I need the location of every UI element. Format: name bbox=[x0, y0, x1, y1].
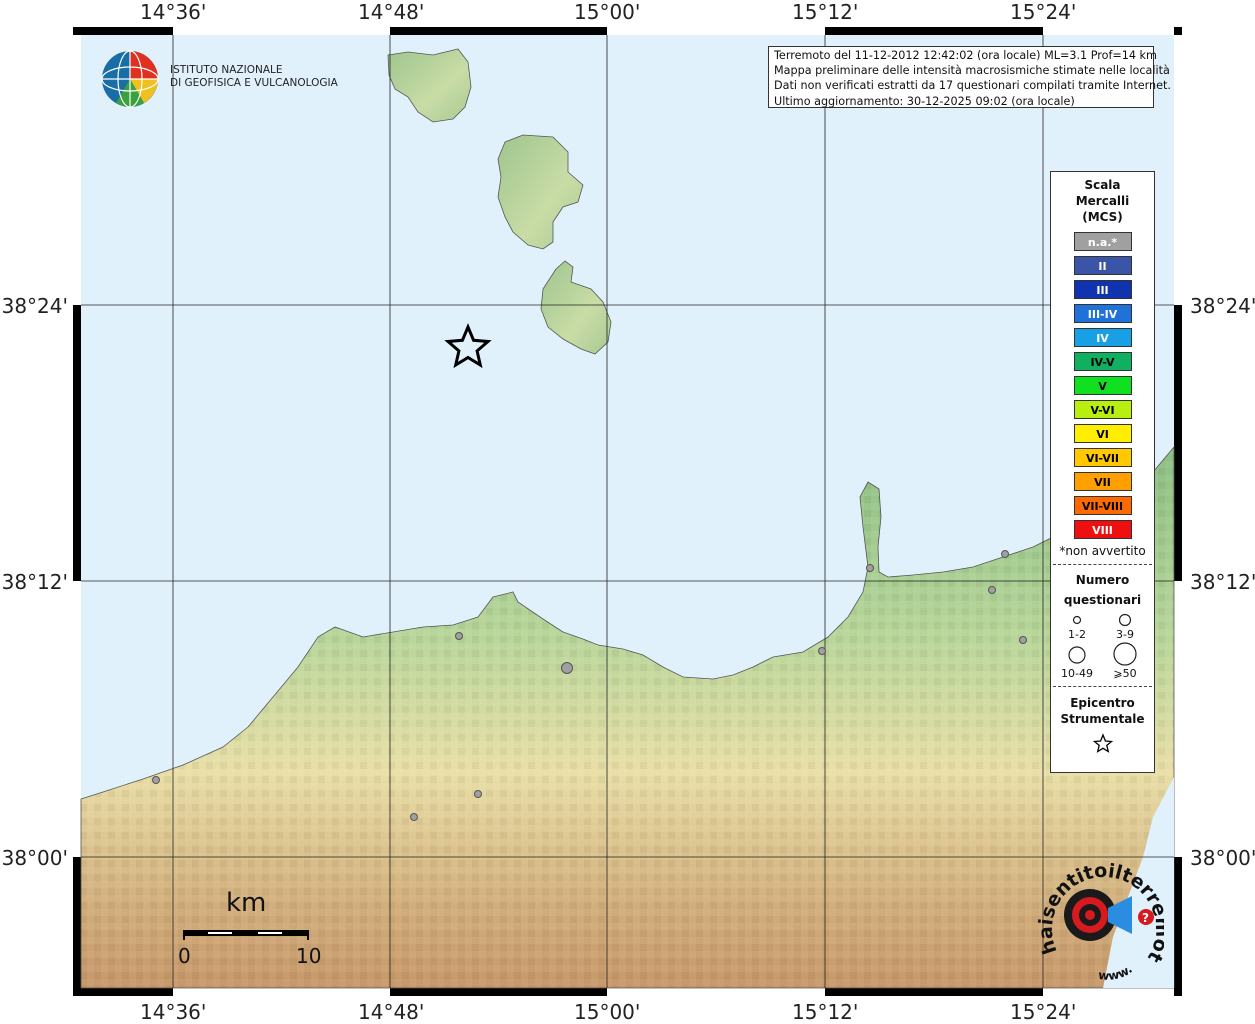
legend-swatches: n.a.* II III III-IV IV IV-V V V-VI VI VI-VII VII VI… bbox=[1051, 232, 1154, 539]
count-symbol-large bbox=[1068, 646, 1086, 664]
svg-text:www.: www. bbox=[1098, 962, 1135, 983]
lon-label-bottom-3: 15°00' bbox=[574, 1000, 641, 1024]
info-line-updated: Ultimo aggiornamento: 30-12-2025 09:02 (… bbox=[774, 94, 1075, 108]
count-label-1-2: 1-2 bbox=[1068, 628, 1086, 641]
obs-point[interactable] bbox=[1001, 550, 1009, 558]
scale-bar: km 0 10 bbox=[178, 888, 328, 973]
event-info-box: Terremoto del 11-12-2012 12:42:02 (ora l… bbox=[768, 46, 1171, 108]
legend-epicenter-title: Epicentro Strumentale bbox=[1051, 695, 1154, 727]
legend-separator bbox=[1053, 686, 1152, 687]
obs-point[interactable] bbox=[818, 647, 826, 655]
count-label-3-9: 3-9 bbox=[1116, 628, 1134, 641]
legend-title-line: questionari bbox=[1063, 593, 1142, 607]
legend-swatch-vii-viii: VII-VIII bbox=[1073, 496, 1132, 515]
obs-point[interactable] bbox=[455, 632, 463, 640]
map-frame[interactable] bbox=[73, 27, 1182, 996]
lon-label-top-2: 14°48' bbox=[358, 0, 425, 24]
legend-star-icon bbox=[1092, 733, 1113, 753]
count-label-50-plus: ⩾50 bbox=[1113, 667, 1137, 680]
lon-label-bottom-2: 14°48' bbox=[358, 1000, 425, 1024]
legend-swatch-vi: VI bbox=[1073, 424, 1132, 443]
legend-title-line: (MCS) bbox=[1082, 210, 1123, 224]
legend-title-line: Epicentro bbox=[1070, 696, 1135, 710]
obs-point[interactable] bbox=[866, 564, 874, 572]
scale-unit: km bbox=[226, 888, 267, 918]
haisentito-logo[interactable]: haisentitoilterremoto.it www. ? bbox=[1027, 843, 1173, 990]
map-canvas[interactable] bbox=[73, 27, 1182, 996]
lat-label-right-2: 38°12' bbox=[1190, 570, 1255, 594]
legend-swatch-iii-iv: III-IV bbox=[1073, 304, 1132, 323]
lon-label-top-5: 15°24' bbox=[1010, 0, 1077, 24]
legend-separator bbox=[1053, 564, 1152, 565]
legend-swatch-vii: VII bbox=[1073, 472, 1132, 491]
legend-swatch-v: V bbox=[1073, 376, 1132, 395]
count-symbol-small bbox=[1072, 615, 1082, 625]
legend-swatch-n-a: n.a.* bbox=[1073, 232, 1132, 251]
lat-label-left-2: 38°12' bbox=[1, 570, 68, 594]
scale-min-label: 0 bbox=[178, 944, 191, 968]
obs-point[interactable] bbox=[1019, 636, 1027, 644]
institute-name: ISTITUTO NAZIONALE DI GEOFISICA E VULCAN… bbox=[170, 64, 338, 90]
lon-label-top-1: 14°36' bbox=[140, 0, 207, 24]
legend-swatch-v-vi: V-VI bbox=[1073, 400, 1132, 419]
count-symbol-xlarge bbox=[1113, 642, 1137, 666]
institute-line-2: DI GEOFISICA E VULCANOLOGIA bbox=[170, 77, 338, 89]
legend-swatch-iv: IV bbox=[1073, 328, 1132, 347]
count-symbol-medium bbox=[1118, 613, 1132, 627]
lon-label-bottom-1: 14°36' bbox=[140, 1000, 207, 1024]
lat-label-right-3: 38°00' bbox=[1190, 846, 1255, 870]
legend-scale-title: Scala Mercalli (MCS) bbox=[1051, 177, 1154, 225]
lon-label-top-4: 15°12' bbox=[792, 0, 859, 24]
lon-label-top-3: 15°00' bbox=[574, 0, 641, 24]
obs-point[interactable] bbox=[561, 662, 573, 674]
institute-line-1: ISTITUTO NAZIONALE bbox=[170, 64, 283, 76]
legend-title-line: Mercalli bbox=[1075, 194, 1130, 208]
count-label-10-49: 10-49 bbox=[1061, 667, 1093, 680]
info-line-data-note: Dati non verificati estratti da 17 quest… bbox=[774, 79, 1171, 93]
obs-point[interactable] bbox=[988, 586, 996, 594]
info-line-description: Mappa preliminare delle intensità macros… bbox=[774, 64, 1170, 78]
legend-swatch-ii: II bbox=[1073, 256, 1132, 275]
legend-title-line: Numero bbox=[1075, 573, 1130, 587]
obs-point[interactable] bbox=[152, 776, 160, 784]
legend-count-title: Numero questionari bbox=[1051, 570, 1154, 610]
brand-url-prefix: www. bbox=[1098, 962, 1135, 983]
lat-label-right-1: 38°24' bbox=[1190, 294, 1255, 318]
svg-text:?: ? bbox=[1142, 911, 1149, 925]
legend-count-symbols: 1-2 3-9 10-49 ⩾50 bbox=[1051, 610, 1154, 680]
scale-ruler bbox=[183, 930, 309, 940]
lat-label-left-3: 38°00' bbox=[1, 846, 68, 870]
legend-swatch-iv-v: IV-V bbox=[1073, 352, 1132, 371]
lon-label-bottom-4: 15°12' bbox=[792, 1000, 859, 1024]
obs-point[interactable] bbox=[474, 790, 482, 798]
lat-label-left-1: 38°24' bbox=[1, 294, 68, 318]
legend-swatch-viii: VIII bbox=[1073, 520, 1132, 539]
legend-title-line: Strumentale bbox=[1060, 712, 1145, 726]
legend-swatch-vi-vii: VI-VII bbox=[1073, 448, 1132, 467]
legend-not-felt-note: *non avvertito bbox=[1059, 544, 1146, 558]
scale-max-label: 10 bbox=[296, 944, 322, 968]
info-line-event: Terremoto del 11-12-2012 12:42:02 (ora l… bbox=[774, 49, 1157, 62]
legend-title-line: Scala bbox=[1084, 178, 1121, 192]
obs-point[interactable] bbox=[410, 813, 418, 821]
legend-swatch-iii: III bbox=[1073, 280, 1132, 299]
legend: Scala Mercalli (MCS) n.a.* II III III-IV IV I… bbox=[1050, 171, 1155, 773]
lon-label-bottom-5: 15°24' bbox=[1010, 1000, 1077, 1024]
